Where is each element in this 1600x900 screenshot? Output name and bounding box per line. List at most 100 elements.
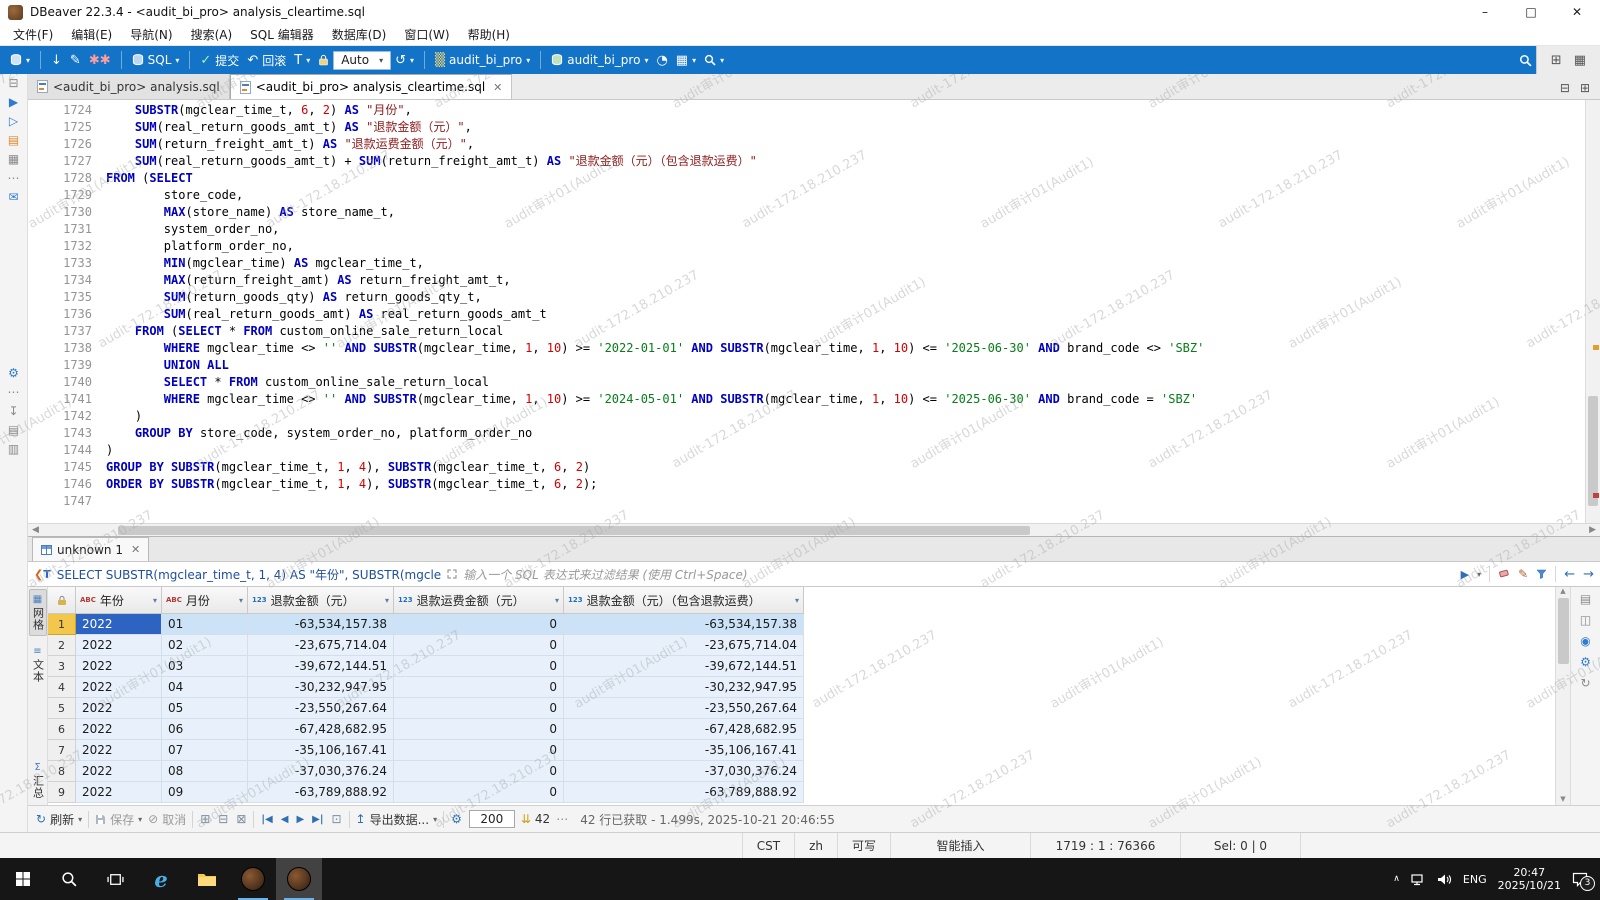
code-line[interactable]: 1736 SUM(real_return_goods_amt) AS real_… xyxy=(28,306,1585,323)
apply-filter-icon[interactable]: ▶ xyxy=(1461,568,1469,581)
run-icon[interactable]: ▶ xyxy=(9,96,18,108)
cell[interactable]: -39,672,144.51 xyxy=(248,656,394,677)
clear-filter-icon[interactable] xyxy=(1498,569,1510,579)
pinned-app-button[interactable] xyxy=(230,858,276,900)
forward-icon[interactable]: → xyxy=(1583,567,1594,582)
tray-expand-icon[interactable]: ∧ xyxy=(1393,874,1400,884)
column-dropdown-icon[interactable]: ▾ xyxy=(385,596,389,605)
restore-panel-icon[interactable]: ⊟ xyxy=(8,77,18,89)
open-perspective-icon[interactable]: ⊞ xyxy=(1551,53,1562,68)
cell[interactable]: -63,534,157.38 xyxy=(564,614,804,635)
result-view-tab-3[interactable]: Σ 汇总 xyxy=(29,758,47,803)
row-number[interactable]: 4 xyxy=(48,677,76,698)
cell[interactable]: 08 xyxy=(162,761,248,782)
lock-button[interactable] xyxy=(314,48,333,72)
minimize-button[interactable]: – xyxy=(1462,0,1508,24)
column-header-4[interactable]: 123 退款运费金额（元） ▾ xyxy=(394,587,564,614)
cell[interactable]: 0 xyxy=(394,719,564,740)
code-line[interactable]: 1732 platform_order_no, xyxy=(28,238,1585,255)
panel-icon[interactable]: ▤ xyxy=(1580,593,1591,605)
scrollbar-thumb[interactable] xyxy=(1588,396,1598,507)
next-row-button[interactable]: ▶ xyxy=(295,814,305,825)
fetch-size-input[interactable] xyxy=(468,810,515,828)
save-button[interactable]: 保存 ▾ xyxy=(95,811,142,828)
new-connection-button[interactable]: ▾ xyxy=(6,48,34,72)
rollback-button[interactable]: ↶ 回滚 xyxy=(243,48,290,72)
cell[interactable]: 02 xyxy=(162,635,248,656)
code-line[interactable]: 1741 WHERE mgclear_time <> '' AND SUBSTR… xyxy=(28,391,1585,408)
code-line[interactable]: 1734 MAX(return_freight_amt) AS return_f… xyxy=(28,272,1585,289)
taskbar-search-button[interactable] xyxy=(46,858,92,900)
cell[interactable]: 0 xyxy=(394,614,564,635)
row-number[interactable]: 6 xyxy=(48,719,76,740)
cell[interactable]: 2022 xyxy=(76,614,162,635)
cell[interactable]: 07 xyxy=(162,740,248,761)
perspective-icon[interactable]: ▦ xyxy=(1574,53,1586,68)
column-dropdown-icon[interactable]: ▾ xyxy=(555,596,559,605)
cell[interactable]: 0 xyxy=(394,761,564,782)
run-script-icon[interactable]: ▷ xyxy=(9,115,18,127)
code-line[interactable]: 1724 SUBSTR(mgclear_time_t, 6, 2) AS "月份… xyxy=(28,102,1585,119)
menu-item-8[interactable]: 帮助(H) xyxy=(459,26,519,43)
delete-row-icon[interactable]: ⊠ xyxy=(235,812,247,826)
editor-tab-analysis-cleartime[interactable]: <audit_bi_pro> analysis_cleartime.sql ✕ xyxy=(229,74,513,99)
cell[interactable]: 0 xyxy=(394,782,564,803)
overflow-dots-icon[interactable]: ⋯ xyxy=(8,172,20,184)
script-icon[interactable]: ▤ xyxy=(8,134,19,146)
cell[interactable]: 0 xyxy=(394,698,564,719)
cell[interactable]: 2022 xyxy=(76,761,162,782)
editor-tab-analysis[interactable]: <audit_bi_pro> analysis.sql xyxy=(28,74,230,99)
minimize-editor-icon[interactable]: ⊟ xyxy=(1560,81,1570,95)
code-area[interactable]: 1724 SUBSTR(mgclear_time_t, 6, 2) AS "月份… xyxy=(28,100,1585,523)
cell[interactable]: 2022 xyxy=(76,677,162,698)
cell[interactable]: 03 xyxy=(162,656,248,677)
cell[interactable]: 06 xyxy=(162,719,248,740)
code-line[interactable]: 1735 SUM(return_goods_qty) AS return_goo… xyxy=(28,289,1585,306)
value-viewer-icon[interactable]: ◉ xyxy=(1580,635,1590,647)
code-line[interactable]: 1746 ORDER BY SUBSTR(mgclear_time_t, 1, 4… xyxy=(28,476,1585,493)
row-number[interactable]: 2 xyxy=(48,635,76,656)
refresh-panel-icon[interactable]: ↻ xyxy=(1580,677,1590,689)
cell[interactable]: -30,232,947.95 xyxy=(564,677,804,698)
code-line[interactable]: 1727 SUM(real_return_goods_amt_t) + SUM(… xyxy=(28,153,1585,170)
first-row-button[interactable]: |◀ xyxy=(260,814,273,825)
code-line[interactable]: 1733 MIN(mgclear_time) AS mgclear_time_t… xyxy=(28,255,1585,272)
time-limit-button[interactable]: ◔ xyxy=(652,48,671,72)
result-view-tab-2[interactable]: ≡ 文本 xyxy=(29,642,47,687)
last-row-button[interactable]: ▶| xyxy=(311,814,324,825)
focus-row-icon[interactable]: ⊡ xyxy=(330,812,342,826)
maximize-editor-icon[interactable]: ⊞ xyxy=(1580,81,1590,95)
back-icon[interactable]: ← xyxy=(1564,567,1575,582)
keyboard-language[interactable]: ENG xyxy=(1463,873,1487,886)
column-header-2[interactable]: ABC 月份 ▾ xyxy=(162,587,248,614)
editor-vertical-scrollbar[interactable] xyxy=(1585,100,1600,523)
cell[interactable]: -63,789,888.92 xyxy=(564,782,804,803)
cell[interactable]: -23,675,714.04 xyxy=(564,635,804,656)
mail-icon[interactable]: ✉ xyxy=(8,191,18,203)
cell[interactable]: 2022 xyxy=(76,719,162,740)
caret-position[interactable]: 1719 : 1 : 76366 xyxy=(1030,833,1180,858)
cell[interactable]: -23,550,267.64 xyxy=(564,698,804,719)
result-view-tab-1[interactable]: ▦ 网格 xyxy=(28,589,47,636)
maximize-button[interactable]: □ xyxy=(1508,0,1554,24)
settings-gear-icon[interactable]: ⚙ xyxy=(8,367,19,379)
cell[interactable]: -63,789,888.92 xyxy=(248,782,394,803)
scrollbar-thumb[interactable] xyxy=(118,526,1030,535)
column-dropdown-icon[interactable]: ▾ xyxy=(795,596,799,605)
quick-search-button[interactable] xyxy=(1515,48,1536,72)
cell[interactable]: 0 xyxy=(394,677,564,698)
cell[interactable]: 0 xyxy=(394,656,564,677)
code-line[interactable]: 1726 SUM(return_freight_amt_t) AS "退款运费金… xyxy=(28,136,1585,153)
menu-item-7[interactable]: 窗口(W) xyxy=(395,26,458,43)
grid-view-icon[interactable]: ▦ xyxy=(8,153,19,165)
cell[interactable]: -39,672,144.51 xyxy=(564,656,804,677)
code-line[interactable]: 1740 SELECT * FROM custom_online_sale_re… xyxy=(28,374,1585,391)
results-grid[interactable]: ABC 年份 ▾ ABC 月份 ▾ 123 退款金额（元） ▾ 123 退款运费金额（元） ▾ 123 退… xyxy=(48,587,1555,805)
expand-filter-icon[interactable] xyxy=(447,569,457,579)
code-line[interactable]: 1730 MAX(store_name) AS store_name_t, xyxy=(28,204,1585,221)
cell[interactable]: 04 xyxy=(162,677,248,698)
column-header-1[interactable]: ABC 年份 ▾ xyxy=(76,587,162,614)
cell[interactable]: 2022 xyxy=(76,782,162,803)
cell[interactable]: -63,534,157.38 xyxy=(248,614,394,635)
close-results-tab-icon[interactable]: ✕ xyxy=(131,543,140,556)
